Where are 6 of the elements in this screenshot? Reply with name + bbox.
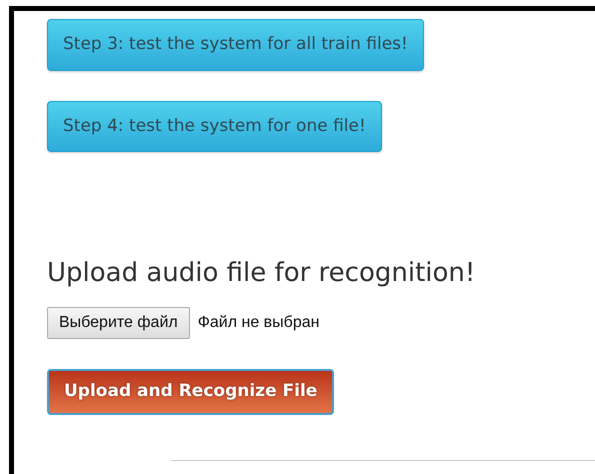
file-status-text: Файл не выбран	[198, 313, 320, 334]
section-heading: Upload audio file for recognition!	[47, 258, 476, 290]
step-button[interactable]: Step 4: test the system for one file!	[47, 100, 382, 152]
step-button[interactable]: Step 3: test the system for all train files!	[47, 19, 424, 70]
upload-button[interactable]: Upload and Recognize File	[47, 369, 334, 415]
choose-file-button[interactable]: Выберите файл	[47, 307, 190, 340]
